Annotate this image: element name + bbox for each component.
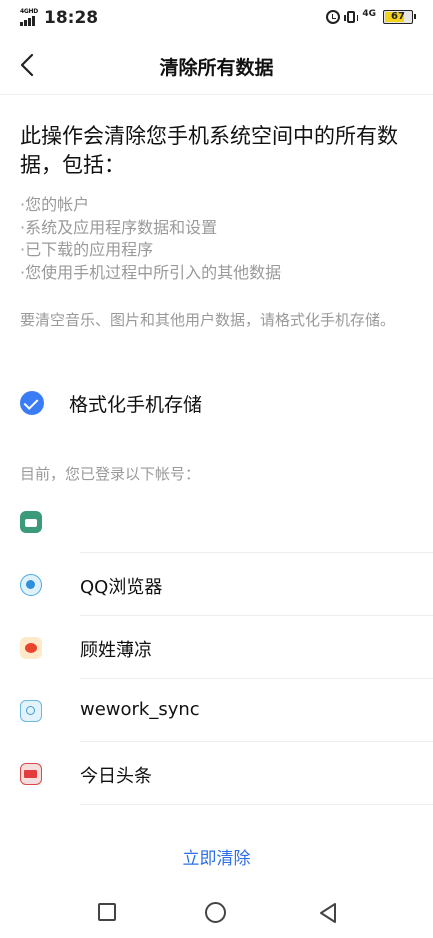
status-left: 4GHD 18:28 <box>20 8 98 28</box>
list-item[interactable] <box>0 805 433 825</box>
list-item: ·系统及应用程序数据和设置 <box>20 217 218 237</box>
signal-icon: 4GHD <box>20 8 38 26</box>
list-item: ·已下载的应用程序 <box>20 240 154 259</box>
list-item[interactable] <box>0 490 433 553</box>
clear-now-button[interactable]: 立即清除 <box>0 844 433 869</box>
list-item[interactable]: 顾姓薄凉 <box>0 616 433 679</box>
battery-icon: 67 <box>383 10 416 24</box>
account-name: QQ浏览器 <box>80 577 163 598</box>
vibrate-icon <box>344 11 359 23</box>
home-icon[interactable] <box>205 902 226 923</box>
page-title: 清除所有数据 <box>159 57 274 79</box>
main-content: 此操作会清除您手机系统空间中的所有数据，包括： ·您的帐户 ·系统及应用程序数据… <box>20 122 413 331</box>
list-item: ·您的帐户 <box>20 195 90 214</box>
weibo-icon <box>20 637 42 659</box>
list-item: ·您使用手机过程中所引入的其他数据 <box>20 262 282 282</box>
checkbox-checked-icon[interactable] <box>20 391 44 415</box>
navigation-bar <box>0 890 433 938</box>
alarm-icon <box>326 10 341 24</box>
qq-browser-icon <box>20 574 42 596</box>
list-item[interactable]: wework_sync <box>0 679 433 742</box>
data-network-label: 4G <box>362 8 376 19</box>
list-item[interactable]: QQ浏览器 <box>0 553 433 616</box>
clock: 18:28 <box>44 8 99 28</box>
data-list: ·您的帐户 ·系统及应用程序数据和设置 ·已下载的应用程序 ·您使用手机过程中所… <box>20 194 413 284</box>
toutiao-icon <box>20 763 42 785</box>
warning-heading: 此操作会清除您手机系统空间中的所有数据，包括： <box>20 124 398 177</box>
android-app-icon <box>20 511 42 533</box>
list-item[interactable]: 今日头条 <box>0 742 433 805</box>
account-name: 顾姓薄凉 <box>80 640 152 661</box>
status-bar: 4GHD 18:28 4G 67 <box>0 0 433 36</box>
back-triangle-icon[interactable] <box>318 901 338 925</box>
format-storage-option[interactable]: 格式化手机存储 <box>20 388 202 418</box>
format-storage-label: 格式化手机存储 <box>69 393 203 416</box>
format-note: 要清空音乐、图片和其他用户数据，请格式化手机存储。 <box>20 311 396 329</box>
network-type-label: 4GHD <box>20 8 38 15</box>
accounts-label: 目前，您已登录以下帐号： <box>20 465 201 483</box>
status-right: 4G 67 <box>326 8 416 24</box>
account-name: 今日头条 <box>80 766 152 787</box>
battery-percent: 67 <box>391 11 405 22</box>
header: 清除所有数据 <box>0 36 433 95</box>
account-name: wework_sync <box>80 699 200 720</box>
account-list: QQ浏览器 顾姓薄凉 wework_sync 今日头条 <box>0 490 433 825</box>
wework-sync-icon <box>20 700 42 722</box>
recents-icon[interactable] <box>98 903 116 921</box>
